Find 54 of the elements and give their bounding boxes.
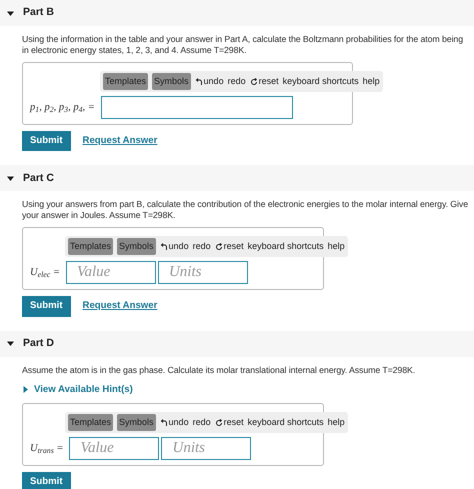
toolbar-menu-button[interactable]: Symbols — [117, 414, 156, 432]
toolbar-button[interactable]: redo — [228, 77, 246, 86]
toolbar-button[interactable]: undo — [168, 242, 189, 252]
hint-link[interactable]: View Available Hint(s) — [22, 382, 469, 398]
expand-caret-icon — [22, 386, 29, 394]
answer-input-field[interactable]: Units — [161, 437, 252, 460]
reset-arrow-icon — [250, 78, 258, 86]
answer-input-field[interactable]: Value — [66, 261, 156, 284]
request-answer-link[interactable]: Request Answer — [82, 134, 158, 148]
answer-input-field[interactable]: Units — [158, 261, 248, 284]
toolbar-button[interactable]: undo — [168, 418, 189, 428]
answer-input-field[interactable] — [100, 96, 293, 119]
toolbar-button[interactable]: reset — [224, 242, 244, 252]
reset-arrow-icon — [214, 418, 223, 427]
question-text: Assume the atom is in the gas phase. Calculate its molar translational internal energy. Assume T=298K. — [22, 364, 416, 376]
undo-arrow-icon — [194, 78, 203, 86]
equation-label: U$_{elec}$ = — [30, 266, 61, 281]
part-title: Part B — [23, 5, 54, 20]
toolbar-menu-button[interactable]: Templates — [103, 73, 148, 90]
part-header[interactable]: Part D — [0, 330, 474, 357]
equation-label: U$_{trans}$ = — [30, 442, 64, 457]
answer-input-field[interactable]: Value — [69, 437, 160, 460]
toolbar-menu-button[interactable]: Symbols — [117, 238, 156, 256]
toolbar-button[interactable]: reset — [258, 77, 279, 86]
undo-arrow-icon — [160, 418, 168, 427]
request-answer-link[interactable]: Request Answer — [82, 299, 158, 314]
part-header[interactable]: Part C — [0, 165, 474, 192]
toolbar-button[interactable]: help — [328, 418, 345, 428]
collapse-caret-icon — [7, 340, 14, 348]
toolbar-button[interactable]: redo — [192, 242, 211, 252]
toolbar-button[interactable]: keyboard shortcuts — [248, 418, 324, 428]
question-text: Using the information in the table and your answer in Part A, calculate the Boltzmann probabilities for the atom being in electronic energy states, 1, 2, 3, and 4. Assume T=298K. — [22, 34, 464, 56]
collapse-caret-icon — [7, 174, 14, 182]
toolbar-button[interactable]: keyboard shortcuts — [248, 242, 324, 252]
submit-button[interactable]: Submit — [22, 296, 71, 317]
part-title: Part D — [23, 336, 54, 351]
toolbar-button[interactable]: help — [328, 242, 345, 252]
part-header[interactable]: Part B — [0, 0, 474, 26]
equation-label: p$_{1}$, p$_{2}$, p$_{3}$, p$_{4}$, = — [30, 100, 96, 116]
toolbar-menu-button[interactable]: Templates — [68, 238, 114, 256]
submit-button[interactable]: Submit — [22, 131, 71, 152]
toolbar-menu-button[interactable]: Templates — [68, 414, 114, 432]
toolbar-button[interactable]: reset — [224, 418, 244, 428]
toolbar-menu-button[interactable]: Symbols — [152, 73, 191, 90]
reset-arrow-icon — [214, 242, 223, 251]
part-title: Part C — [23, 170, 54, 186]
submit-button[interactable]: Submit — [22, 472, 71, 489]
toolbar-button[interactable]: keyboard shortcuts — [282, 77, 359, 86]
toolbar-button[interactable]: undo — [204, 77, 224, 86]
toolbar-button[interactable]: redo — [192, 418, 211, 428]
collapse-caret-icon — [7, 10, 14, 16]
undo-arrow-icon — [160, 242, 168, 251]
question-text: Using your answers from part B, calculate the contribution of the electronic energies to the molar internal energy. Give your answer in Joules. Assume T=298K. — [22, 199, 469, 222]
toolbar-button[interactable]: help — [362, 77, 380, 86]
